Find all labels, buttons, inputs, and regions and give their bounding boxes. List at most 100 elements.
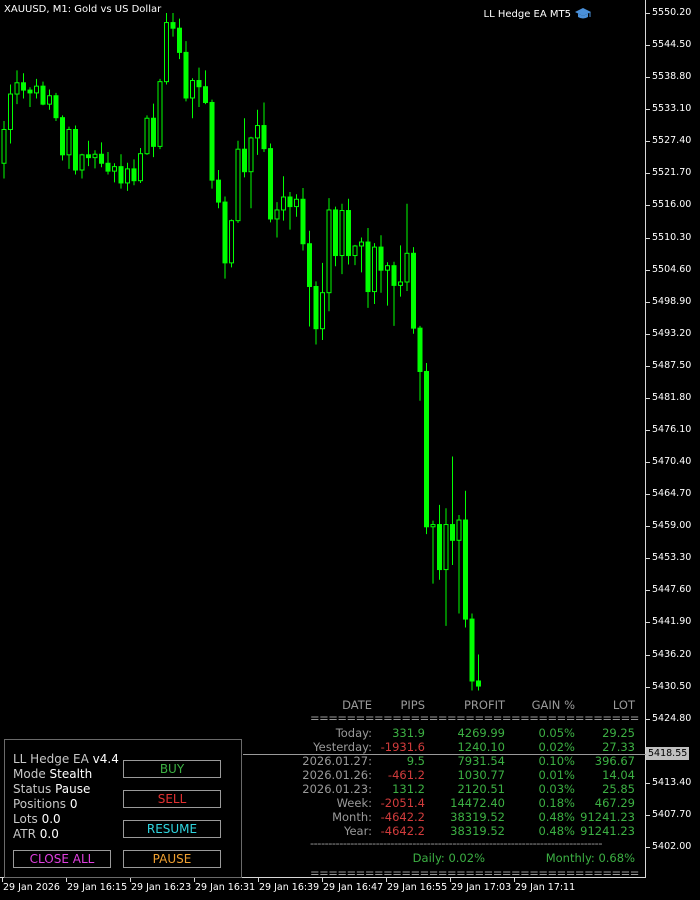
candle	[255, 109, 260, 155]
mode-value: Stealth	[49, 767, 93, 781]
sell-button[interactable]: SELL	[123, 790, 221, 808]
price-label: 5550.20	[652, 7, 692, 18]
row-date: Today:	[335, 726, 372, 740]
stats-separator-bottom: ========================================…	[310, 866, 640, 880]
row-profit: 4269.99	[457, 726, 505, 740]
pause-button[interactable]: PAUSE	[123, 850, 221, 868]
candle-body-bull	[385, 265, 390, 271]
time-axis[interactable]: 29 Jan 2026 29 Jan 16:15 29 Jan 16:23 29 Ja…	[0, 878, 646, 900]
row-profit: 38319.52	[450, 824, 505, 838]
time-label: 29 Jan 16:31	[195, 882, 256, 893]
candle	[313, 281, 319, 345]
candle	[60, 115, 65, 161]
candle	[300, 188, 306, 251]
positions-label: Positions	[13, 797, 66, 811]
candle	[157, 78, 163, 150]
price-tick	[646, 334, 650, 335]
candle	[281, 176, 286, 221]
price-label: 5544.50	[652, 39, 692, 50]
candle	[242, 118, 247, 178]
candle-body-bear	[86, 154, 91, 159]
candle	[476, 654, 481, 691]
price-label: 5459.00	[652, 520, 692, 531]
candle	[112, 163, 117, 183]
row-profit: 14472.40	[450, 796, 505, 810]
row-gain: 0.01%	[538, 768, 575, 782]
time-label: 29 Jan 16:47	[323, 882, 384, 893]
candle-body-bear	[287, 196, 293, 208]
candle	[430, 520, 436, 584]
candle-body-bear	[307, 243, 312, 287]
price-tick	[646, 173, 650, 174]
candle	[333, 206, 338, 267]
ea-badge[interactable]: LL Hedge EA MT5	[484, 8, 591, 20]
mode-label: Mode	[13, 767, 46, 781]
candle	[469, 613, 475, 691]
candle-body-bull	[294, 198, 299, 208]
row-pips: -4642.2	[380, 810, 425, 824]
row-profit: 38319.52	[450, 810, 505, 824]
candle	[131, 159, 137, 186]
stats-row: Today: 331.9 4269.99 0.05% 29.25	[310, 726, 640, 740]
price-tick	[646, 430, 650, 431]
lots-row: Lots 0.0	[13, 812, 61, 826]
daily-gain: Daily: 0.02%	[412, 851, 485, 865]
row-lot: 91241.23	[580, 824, 635, 838]
row-pips: -1931.6	[380, 740, 425, 754]
positions-row: Positions 0	[13, 797, 77, 811]
row-lot: 467.29	[594, 796, 635, 810]
candle-body-bull	[125, 168, 130, 184]
candle-body-bull	[326, 209, 332, 294]
time-label: 29 Jan 17:11	[515, 882, 576, 893]
candle-body-bear	[333, 209, 338, 257]
row-date: 2026.01.23:	[302, 782, 372, 796]
candle-body-bull	[320, 292, 325, 330]
candle	[372, 243, 377, 304]
candle	[268, 143, 273, 223]
close-all-button[interactable]: CLOSE ALL	[13, 850, 111, 868]
ea-name-row: LL Hedge EA v4.4	[13, 752, 119, 766]
candle	[170, 13, 176, 37]
candle-body-bull	[229, 220, 234, 264]
price-tick	[646, 719, 650, 720]
candle-body-bear	[450, 524, 455, 541]
price-tick	[646, 302, 650, 303]
buy-button[interactable]: BUY	[123, 760, 221, 778]
stats-row: Yesterday: -1931.6 1240.10 0.02% 27.33	[310, 740, 640, 754]
candle-body-bear	[151, 117, 156, 147]
row-gain: 0.05%	[538, 726, 575, 740]
candle	[66, 126, 72, 169]
resume-button[interactable]: RESUME	[123, 820, 221, 838]
stats-row: 2026.01.26: -461.2 1030.77 0.01% 14.04	[302, 768, 640, 782]
candle-body-bull	[255, 125, 260, 139]
candle-body-bull	[281, 196, 286, 211]
stats-row: Month: -4642.2 38319.52 0.48% 91241.23	[310, 810, 640, 824]
candle	[144, 115, 150, 155]
candle	[320, 262, 325, 340]
price-label: 5470.40	[652, 456, 692, 467]
candle	[424, 363, 429, 535]
candle-body-bear	[177, 27, 182, 53]
symbol-title: XAUUSD, M1: Gold vs US Dollar	[4, 4, 162, 15]
price-tick	[646, 558, 650, 559]
price-tick	[646, 462, 650, 463]
candle-body-bear	[378, 246, 384, 271]
price-tick	[646, 815, 650, 816]
candle-body-bear	[313, 285, 319, 330]
candle	[105, 152, 111, 175]
price-label: 5498.90	[652, 296, 692, 307]
candle	[450, 456, 455, 566]
price-tick	[646, 590, 650, 591]
candle	[203, 70, 208, 105]
time-label: 29 Jan 16:39	[259, 882, 320, 893]
candle-body-bull	[398, 281, 403, 286]
candle-body-bear	[469, 618, 475, 682]
price-label: 5402.00	[652, 841, 692, 852]
candle-body-bull	[430, 524, 436, 528]
candle	[229, 219, 234, 268]
row-gain: 0.48%	[538, 810, 575, 824]
price-tick	[646, 109, 650, 110]
stats-summary-row: Daily: 0.02% Monthly: 0.68%	[310, 851, 640, 865]
stats-header-row: DATE PIPS PROFIT GAIN % LOT	[310, 698, 640, 712]
atr-row: ATR 0.0	[13, 827, 59, 841]
